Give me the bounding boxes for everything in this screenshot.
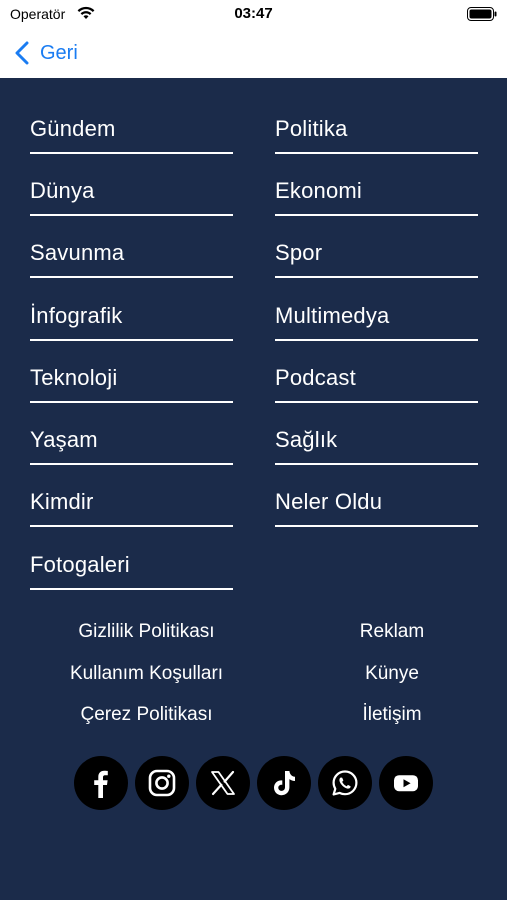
cookie-policy-link[interactable]: Çerez Politikası	[40, 704, 253, 726]
menu-item-savunma[interactable]: Savunma	[30, 202, 233, 278]
whatsapp-button[interactable]	[318, 756, 372, 810]
battery-icon	[467, 7, 497, 21]
menu-item-spor[interactable]: Spor	[275, 202, 478, 278]
privacy-policy-link[interactable]: Gizlilik Politikası	[40, 621, 253, 643]
menu-item-label: Yaşam	[30, 427, 98, 452]
menu-item-multimedya[interactable]: Multimedya	[275, 265, 478, 341]
menu-item-divider	[30, 588, 233, 590]
youtube-button[interactable]	[379, 756, 433, 810]
menu-item-label: Podcast	[275, 365, 356, 390]
menu-item-gundem[interactable]: Gündem	[30, 78, 233, 154]
imprint-link[interactable]: Künye	[320, 663, 464, 685]
menu-item-label: Spor	[275, 240, 323, 265]
menu-item-yasam[interactable]: Yaşam	[30, 389, 233, 465]
status-bar: Operatör 03:47	[0, 0, 507, 30]
clock: 03:47	[234, 5, 273, 22]
menu-item-label: Gündem	[30, 116, 116, 141]
menu-item-neler-oldu[interactable]: Neler Oldu	[275, 451, 478, 527]
menu-item-label: Fotogaleri	[30, 552, 130, 577]
x-icon	[211, 770, 235, 796]
instagram-button[interactable]	[135, 756, 189, 810]
instagram-icon	[148, 769, 176, 797]
tiktok-icon	[274, 771, 295, 796]
back-label: Geri	[40, 41, 78, 64]
menu-item-politika[interactable]: Politika	[275, 78, 478, 154]
menu-item-ekonomi[interactable]: Ekonomi	[275, 140, 478, 216]
facebook-button[interactable]	[74, 756, 128, 810]
menu-item-label: İnfografik	[30, 303, 123, 328]
menu-item-label: Teknoloji	[30, 365, 118, 390]
menu-item-saglik[interactable]: Sağlık	[275, 389, 478, 465]
menu-item-fotogaleri[interactable]: Fotogaleri	[30, 514, 233, 590]
menu-item-podcast[interactable]: Podcast	[275, 327, 478, 403]
menu-item-label: Multimedya	[275, 303, 390, 328]
x-button[interactable]	[196, 756, 250, 810]
menu-item-divider	[275, 525, 478, 527]
menu-item-kimdir[interactable]: Kimdir	[30, 451, 233, 527]
tiktok-button[interactable]	[257, 756, 311, 810]
whatsapp-icon	[332, 770, 358, 796]
menu-item-label: Kimdir	[30, 489, 94, 514]
menu-item-label: Politika	[275, 116, 348, 141]
menu-item-label: Savunma	[30, 240, 125, 265]
contact-link[interactable]: İletişim	[320, 704, 464, 726]
menu-item-infografik[interactable]: İnfografik	[30, 265, 233, 341]
chevron-left-icon	[15, 41, 29, 65]
menu-item-label: Sağlık	[275, 427, 338, 452]
facebook-icon	[94, 770, 108, 798]
menu-item-label: Dünya	[30, 178, 95, 203]
advertising-link[interactable]: Reklam	[320, 621, 464, 643]
menu-item-label: Neler Oldu	[275, 489, 383, 514]
menu-item-teknoloji[interactable]: Teknoloji	[30, 327, 233, 403]
social-links	[74, 756, 440, 810]
terms-of-use-link[interactable]: Kullanım Koşulları	[40, 663, 253, 685]
menu-item-dunya[interactable]: Dünya	[30, 140, 233, 216]
menu-item-label: Ekonomi	[275, 178, 362, 203]
navigation-bar: Geri	[0, 30, 507, 78]
youtube-icon	[394, 775, 418, 792]
back-button[interactable]: Geri	[14, 38, 78, 68]
